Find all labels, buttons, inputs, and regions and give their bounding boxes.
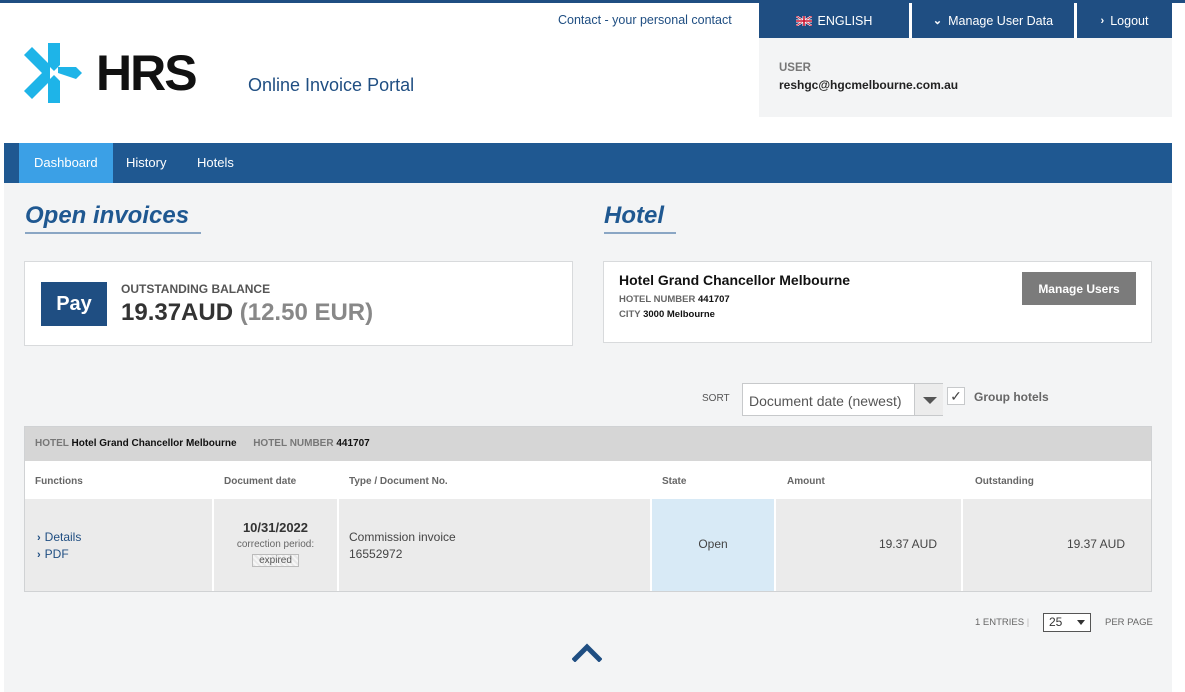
group-hotels-label: Group hotels xyxy=(974,390,1049,404)
hrs-logo-icon xyxy=(24,43,82,103)
dropdown-arrow-icon xyxy=(1077,620,1085,625)
column-header-amount[interactable]: Amount xyxy=(787,476,825,487)
hrs-logo-text: HRS xyxy=(96,45,198,101)
column-header-state[interactable]: State xyxy=(662,476,686,487)
dropdown-arrow-icon xyxy=(914,384,943,415)
amount-cell: 19.37 AUD xyxy=(776,499,937,591)
invoice-amount: 19.37 AUD xyxy=(878,537,937,551)
contact-link[interactable]: Contact - your personal contact xyxy=(558,13,732,27)
document-date: 10/31/2022 xyxy=(242,520,309,535)
state-cell: Open xyxy=(652,499,774,591)
chevron-right-icon: › xyxy=(37,532,41,544)
entries-count: 1 ENTRIES | xyxy=(975,617,1029,628)
column-header-outstanding[interactable]: Outstanding xyxy=(975,476,1034,487)
hotel-number-line: HOTEL NUMBER 441707 xyxy=(619,294,730,305)
hotel-number: 441707 xyxy=(698,294,730,305)
main-nav: Dashboard History Hotels xyxy=(4,143,1172,183)
hotel-city-line: CITY 3000 Melbourne xyxy=(619,309,715,320)
invoice-table: HOTEL Hotel Grand Chancellor Melbourne H… xyxy=(24,426,1152,592)
hotel-city-label: CITY xyxy=(619,309,641,320)
language-label: ENGLISH xyxy=(817,13,873,28)
type-cell: Commission invoice 16552972 xyxy=(349,499,649,591)
details-label: Details xyxy=(44,530,82,544)
correction-period-label: correction period: xyxy=(236,539,315,550)
chevron-down-icon: ⌄ xyxy=(932,15,943,27)
uk-flag-icon xyxy=(795,15,812,26)
hotel-card: Hotel Grand Chancellor Melbourne HOTEL N… xyxy=(603,261,1152,343)
column-header-document-date[interactable]: Document date xyxy=(224,476,296,487)
user-info-box: USER reshgc@hgcmelbourne.com.au xyxy=(759,38,1172,117)
manage-user-data-label: Manage User Data xyxy=(948,13,1054,28)
table-hotel-number-label: HOTEL NUMBER xyxy=(253,438,334,449)
chevron-right-icon: › xyxy=(1100,14,1105,27)
pay-button[interactable]: Pay xyxy=(41,282,107,326)
sort-label: SORT xyxy=(702,393,730,404)
table-hotel-name: Hotel Grand Chancellor Melbourne xyxy=(71,438,237,449)
user-label: USER xyxy=(779,62,811,74)
column-header-type[interactable]: Type / Document No. xyxy=(349,476,448,487)
invoice-outstanding: 19.37 AUD xyxy=(1066,537,1125,551)
balance-card: Pay OUTSTANDING BALANCE 19.37AUD (12.50 … xyxy=(24,261,573,346)
nav-item-hotels[interactable]: Hotels xyxy=(182,143,249,183)
column-header-functions: Functions xyxy=(35,476,83,487)
table-header: Functions Document date Type / Document … xyxy=(25,461,1151,499)
open-invoices-title: Open invoices xyxy=(25,202,201,234)
group-hotels-checkbox[interactable]: ✓ xyxy=(947,387,965,405)
checkmark-icon: ✓ xyxy=(950,388,962,404)
nav-item-history[interactable]: History xyxy=(111,143,181,183)
table-row: › Details › PDF 10/31/2022 correction peri… xyxy=(25,499,1151,591)
hotel-name: Hotel Grand Chancellor Melbourne xyxy=(619,272,851,288)
outstanding-balance-value: 19.37AUD (12.50 EUR) xyxy=(121,299,373,327)
outstanding-balance-label: OUTSTANDING BALANCE xyxy=(121,282,271,296)
language-button[interactable]: ENGLISH xyxy=(759,3,909,38)
hotel-city: 3000 Melbourne xyxy=(643,309,715,320)
manage-user-data-button[interactable]: ⌄ Manage User Data xyxy=(912,3,1074,38)
outstanding-cell: 19.37 AUD xyxy=(963,499,1125,591)
balance-local: 19.37AUD xyxy=(121,299,234,326)
entries-label: 1 ENTRIES xyxy=(975,617,1025,628)
nav-item-dashboard[interactable]: Dashboard xyxy=(19,143,113,183)
divider: | xyxy=(1026,617,1030,628)
pdf-link[interactable]: › PDF xyxy=(37,546,212,563)
invoice-state: Open xyxy=(698,537,728,551)
table-hotel-number: 441707 xyxy=(336,438,370,449)
balance-eur: (12.50 EUR) xyxy=(239,299,374,326)
functions-cell: › Details › PDF xyxy=(37,499,212,591)
table-hotel-label: HOTEL xyxy=(35,438,69,449)
chevron-right-icon: › xyxy=(37,549,41,561)
hotel-title: Hotel xyxy=(604,202,676,234)
portal-title: Online Invoice Portal xyxy=(248,75,415,95)
per-page-select[interactable]: 25 xyxy=(1043,613,1091,632)
scroll-to-top-icon[interactable] xyxy=(572,642,602,662)
details-link[interactable]: › Details xyxy=(37,529,212,546)
logout-button[interactable]: › Logout xyxy=(1077,3,1172,38)
document-number: 16552972 xyxy=(349,547,403,561)
document-type: Commission invoice xyxy=(349,530,456,544)
correction-status-badge: expired xyxy=(252,554,299,567)
hotel-number-label: HOTEL NUMBER xyxy=(619,294,696,305)
sort-select[interactable]: Document date (newest) xyxy=(742,383,943,416)
cell-divider xyxy=(337,499,339,591)
pdf-label: PDF xyxy=(44,547,69,561)
manage-users-button[interactable]: Manage Users xyxy=(1022,272,1136,305)
sort-value: Document date (newest) xyxy=(749,393,902,409)
date-cell: 10/31/2022 correction period: expired xyxy=(214,499,337,591)
table-hotel-bar: HOTEL Hotel Grand Chancellor Melbourne H… xyxy=(25,427,1151,461)
logout-label: Logout xyxy=(1110,13,1149,28)
per-page-value: 25 xyxy=(1049,615,1063,629)
per-page-label: PER PAGE xyxy=(1105,617,1153,628)
user-email: reshgc@hgcmelbourne.com.au xyxy=(779,78,959,92)
